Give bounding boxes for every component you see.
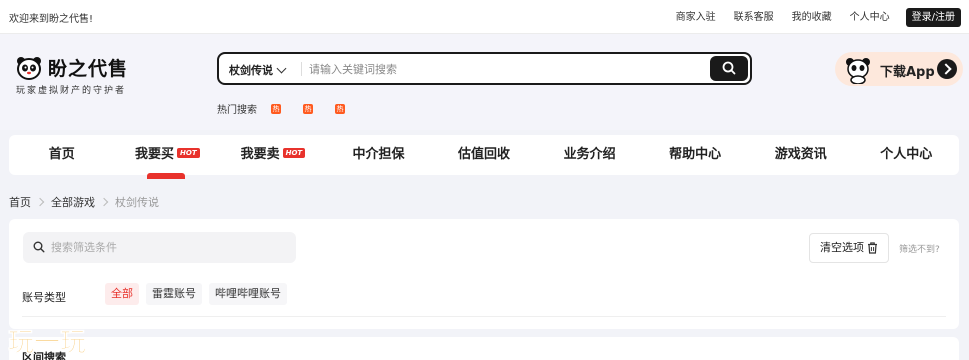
nav-item-label: 首页 bbox=[48, 147, 75, 162]
search-button[interactable] bbox=[710, 56, 748, 81]
logo-slogan: 玩家虚拟财产的守护者 bbox=[16, 86, 127, 96]
main-nav: 首页 我要买 HOT 我要卖 HOT 中介担保 估值回收 业务介绍 帮助中心 游戏资… bbox=[9, 135, 960, 179]
watermark-logo: 玩一玩 bbox=[8, 328, 86, 357]
nav-item-escrow[interactable]: 中介担保 bbox=[326, 135, 432, 175]
nav-item-buy[interactable]: 我要买 HOT bbox=[115, 135, 221, 179]
hot-search: 热门搜索 热 热 热 bbox=[217, 101, 367, 116]
nav-item-label: 业务介绍 bbox=[563, 147, 616, 162]
panda-mascot-icon bbox=[846, 58, 870, 84]
main-search-bar: 杖剑传说 bbox=[217, 52, 752, 85]
hot-badge: HOT bbox=[177, 147, 200, 158]
trash-icon bbox=[868, 242, 877, 254]
breadcrumb: 首页 全部游戏 杖剑传说 bbox=[9, 194, 159, 210]
site-header: 盼之代售 玩家虚拟财产的守护者 杖剑传说 热门搜索 热 热 热 bbox=[0, 34, 969, 130]
chevron-right-icon bbox=[99, 197, 109, 207]
nav-item-label: 帮助中心 bbox=[669, 147, 722, 162]
nav-item-label: 估值回收 bbox=[458, 147, 511, 162]
nav-item-label: 游戏资讯 bbox=[774, 147, 827, 162]
game-select-dropdown[interactable]: 杖剑传说 bbox=[229, 62, 287, 78]
top-links: 商家入驻 联系客服 我的收藏 个人中心 登录/注册 bbox=[658, 8, 961, 27]
option-all[interactable]: 全部 bbox=[105, 283, 139, 305]
welcome-text: 欢迎来到盼之代售! bbox=[9, 14, 94, 25]
account-type-label: 账号类型 bbox=[22, 291, 66, 304]
filter-search bbox=[23, 232, 296, 263]
search-divider bbox=[301, 62, 302, 76]
panel-divider bbox=[22, 316, 946, 317]
merchant-join-link[interactable]: 商家入驻 bbox=[676, 9, 716, 27]
hot-tag[interactable]: 热 bbox=[271, 103, 281, 114]
download-app-button[interactable]: 下载App bbox=[835, 52, 963, 86]
nav-item-sell[interactable]: 我要卖 HOT bbox=[220, 135, 326, 175]
range-search-panel: 区间搜索 bbox=[9, 337, 959, 360]
nav-item-valuation[interactable]: 估值回收 bbox=[431, 135, 537, 175]
hot-badge: HOT bbox=[282, 147, 306, 158]
nav-item-news[interactable]: 游戏资讯 bbox=[748, 135, 854, 175]
clear-options-label: 清空选项 bbox=[820, 241, 864, 254]
search-input[interactable] bbox=[309, 59, 699, 79]
search-icon bbox=[722, 61, 736, 75]
download-app-label: 下载App bbox=[880, 65, 935, 80]
nav-item-profile[interactable]: 个人中心 bbox=[854, 135, 960, 175]
logo-name: 盼之代售 bbox=[48, 58, 129, 80]
chevron-down-icon bbox=[276, 63, 287, 73]
site-logo[interactable]: 盼之代售 玩家虚拟财产的守护者 bbox=[14, 54, 154, 98]
nav-item-label: 我要卖 bbox=[240, 147, 280, 162]
hot-tag[interactable]: 热 bbox=[335, 103, 345, 114]
not-found-link[interactable]: 筛选不到? bbox=[899, 242, 940, 255]
login-register-button[interactable]: 登录/注册 bbox=[905, 8, 961, 27]
clear-options-button[interactable]: 清空选项 bbox=[809, 233, 889, 263]
my-favorites-link[interactable]: 我的收藏 bbox=[792, 9, 832, 27]
nav-item-home[interactable]: 首页 bbox=[9, 135, 115, 175]
breadcrumb-home[interactable]: 首页 bbox=[9, 194, 31, 210]
hot-tag[interactable]: 热 bbox=[303, 103, 313, 114]
personal-center-link[interactable]: 个人中心 bbox=[850, 9, 890, 27]
nav-item-business[interactable]: 业务介绍 bbox=[537, 135, 643, 175]
filter-panel: 清空选项 筛选不到? 账号类型 全部 雷霆账号 哔哩哔哩账号 bbox=[9, 219, 959, 329]
game-select-value: 杖剑传说 bbox=[229, 64, 273, 77]
nav-item-label: 个人中心 bbox=[880, 147, 933, 162]
breadcrumb-current: 杖剑传说 bbox=[115, 196, 159, 209]
hot-search-label: 热门搜索 bbox=[217, 105, 257, 116]
nav-item-label: 我要买 bbox=[135, 147, 175, 162]
option-leiting-account[interactable]: 雷霆账号 bbox=[146, 283, 202, 305]
option-bilibili-account[interactable]: 哔哩哔哩账号 bbox=[209, 283, 287, 305]
svg-text:玩一玩: 玩一玩 bbox=[8, 328, 86, 357]
filter-search-input[interactable] bbox=[51, 239, 281, 256]
account-type-options: 全部 雷霆账号 哔哩哔哩账号 bbox=[105, 283, 294, 305]
breadcrumb-all-games[interactable]: 全部游戏 bbox=[51, 194, 95, 210]
arrow-right-icon bbox=[937, 59, 957, 79]
panda-logo-icon bbox=[17, 57, 41, 80]
nav-item-help[interactable]: 帮助中心 bbox=[642, 135, 748, 175]
chevron-right-icon bbox=[35, 197, 45, 207]
nav-item-label: 中介担保 bbox=[352, 147, 405, 162]
search-icon bbox=[33, 241, 45, 253]
top-bar: 欢迎来到盼之代售! 商家入驻 联系客服 我的收藏 个人中心 登录/注册 bbox=[0, 0, 969, 34]
contact-service-link[interactable]: 联系客服 bbox=[734, 9, 774, 27]
